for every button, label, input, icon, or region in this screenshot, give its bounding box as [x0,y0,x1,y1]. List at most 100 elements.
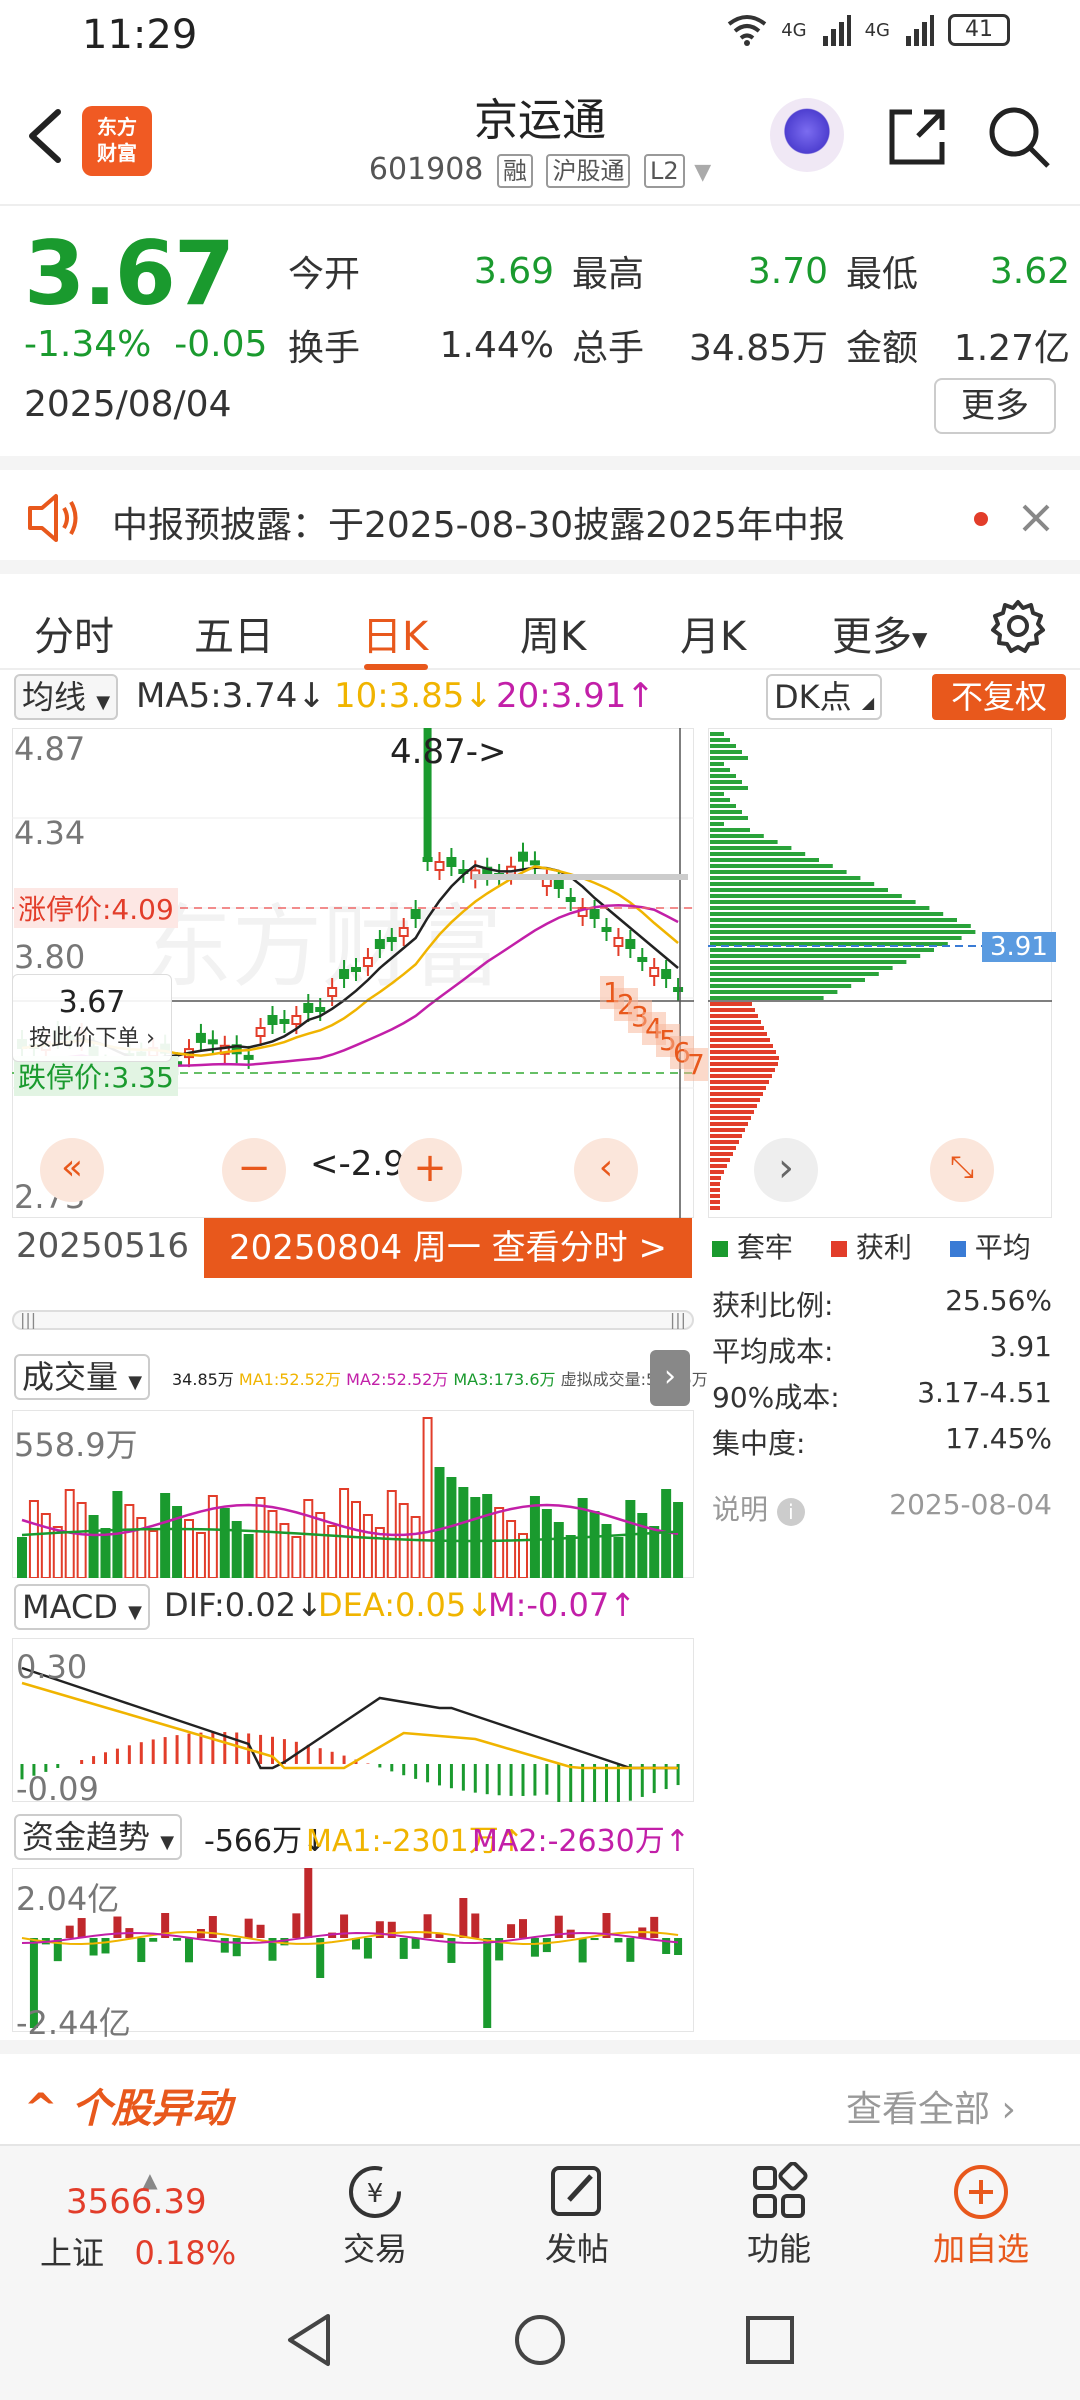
chip-bar [710,1044,773,1048]
system-home-icon[interactable] [512,2312,568,2368]
system-recents-icon[interactable] [744,2314,796,2366]
tag-connect: 沪股通 [546,154,631,188]
chip-bar [710,966,893,970]
fund-bar [674,1938,683,1956]
chip-distribution-chart[interactable] [708,728,1052,1218]
tab-monthly-k[interactable]: 月K [680,604,746,662]
range-marker [472,874,688,880]
chip-bar [710,1116,751,1120]
chip-bar [710,1176,721,1180]
candle-body [661,969,672,979]
nav-functions[interactable]: 功能 [724,2160,834,2270]
candle-body [565,897,576,902]
fund-bar [530,1938,539,1957]
candle-body [553,879,564,889]
anomaly-title: ^ 个股异动 [24,2086,232,2132]
nav-trade-label: 交易 [342,2230,407,2268]
anomaly-section[interactable]: ^ 个股异动 查看全部 › [0,2040,1080,2144]
volume-bar [351,1501,361,1578]
cursor-date-button[interactable]: 20250804 周一 查看分时 > [204,1218,692,1278]
apps-icon [753,2162,808,2218]
low-value: 3.62 [989,250,1070,292]
volume-bar [148,1530,159,1578]
trade-icon: ¥ [349,2166,401,2218]
volume-max-label: 558.9万 [14,1426,138,1464]
assistant-avatar-icon[interactable] [770,98,844,172]
chip-bar [710,738,730,742]
nav-add-watchlist[interactable]: 加自选 [926,2160,1036,2270]
chip-bar [710,1182,720,1186]
fund-title: 资金趋势 [22,1818,151,1856]
chip-bar [710,1170,724,1174]
search-icon[interactable] [986,104,1052,170]
ma20-legend: 20:3.91↑ [496,676,655,716]
candle-body [589,909,600,919]
volume-bar [339,1488,350,1578]
tab-five-day[interactable]: 五日 [194,604,274,662]
tab-daily-k[interactable]: 日K [362,604,428,662]
nav-trade[interactable]: ¥ 交易 [320,2160,430,2270]
view-all-link[interactable]: 查看全部 › [846,2080,1016,2132]
explain-link[interactable]: 说明 i [712,1488,805,1528]
wifi-icon [727,15,767,46]
step-back-button[interactable]: ‹ [574,1138,638,1202]
chip-bar [710,744,736,748]
zoom-in-button[interactable]: + [398,1138,462,1202]
chip-bar [710,762,724,766]
zoom-out-button[interactable]: − [222,1138,286,1202]
volume-bar [637,1513,648,1578]
range-scrollbar[interactable]: ||| ||| [12,1310,694,1330]
tab-more[interactable]: 更多▼ [832,604,927,662]
volume-bar [565,1535,576,1578]
volume-bar [601,1524,612,1578]
nav-add-label: 加自选 [932,2230,1029,2268]
signal-icon [822,15,851,46]
fund-bar [578,1938,587,1963]
chip-bar [710,858,819,862]
fund-trend-select[interactable]: 资金趋势 ▼ [14,1814,183,1860]
expand-icon[interactable]: ⤡ [930,1138,994,1202]
chip-bar [710,978,865,982]
fast-back-button[interactable]: « [40,1138,104,1202]
volume-bar [40,1513,51,1578]
dea-legend: DEA:0.05↓ [318,1586,494,1624]
gear-icon[interactable] [990,598,1046,654]
chip-bar [710,1020,761,1024]
more-quote-button[interactable]: 更多 [934,378,1056,434]
chip-bar [710,870,847,874]
stat-avg-cost: 平均成本: 3.91 [712,1330,1052,1368]
candle-body [291,1015,302,1025]
volume-bar [482,1494,493,1578]
index-ticker[interactable]: ▲ 3566.39 上证 0.18% [40,2168,260,2274]
nav-post[interactable]: 发帖 [522,2160,632,2270]
amount-value: 1.27亿 [953,328,1070,369]
fund-bar [471,1913,480,1938]
notice-bar[interactable]: 中报预披露：于2025-08-30披露2025年中报 [0,456,1080,560]
fund-bar [519,1919,527,1938]
chip-bar [710,1104,757,1108]
macd-select[interactable]: MACD ▼ [14,1584,150,1630]
collapse-panel-button[interactable]: › [650,1350,690,1406]
fund-bar [507,1924,516,1938]
fund-top-label: 2.04亿 [16,1880,120,1918]
indicator-select[interactable]: 均线 ▼ [14,674,119,720]
cursor-price-box[interactable]: 3.67 按此价下单 › [12,974,172,1062]
tab-minute[interactable]: 分时 [34,604,114,662]
system-back-icon[interactable] [284,2312,334,2368]
adjust-button[interactable]: 不复权 [932,674,1066,720]
dk-point-select[interactable]: DK点 ◢ [766,674,883,720]
chip-bar [710,780,742,784]
chip-bar [710,816,748,820]
close-icon[interactable] [1020,502,1052,534]
volume-select[interactable]: 成交量 ▼ [14,1354,151,1400]
tab-weekly-k[interactable]: 周K [520,604,586,662]
fund-bar [399,1938,408,1959]
chip-next-button[interactable]: › [754,1138,818,1202]
macd-chart[interactable] [12,1638,694,1802]
share-icon[interactable] [884,104,950,170]
quote-grid: 今开 3.69 最高 3.70 最低 3.62 换手 1.44% 总手 34.85万 金额… [288,234,1070,382]
volume-bar [529,1496,540,1578]
fund-bar [363,1938,372,1959]
high-label: 最高 [572,254,645,295]
volume-bar [28,1500,39,1578]
